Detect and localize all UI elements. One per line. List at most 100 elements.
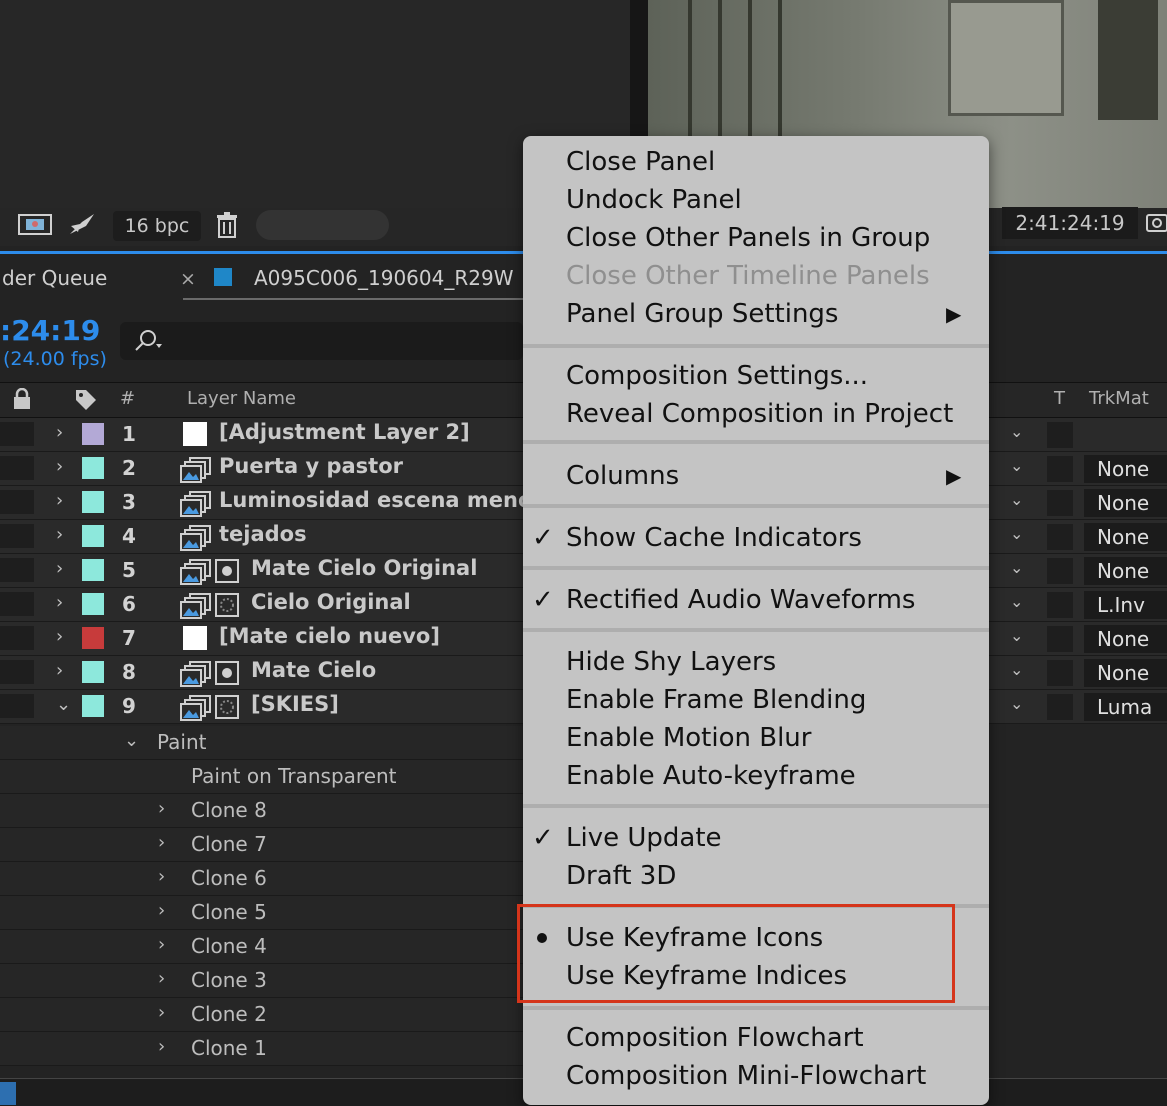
- clone-row[interactable]: › Clone 1: [0, 1032, 523, 1066]
- layer-name[interactable]: tejados: [219, 522, 307, 546]
- visible-switch-icon[interactable]: [214, 660, 240, 691]
- menu-item-undock-panel[interactable]: Undock Panel: [566, 184, 742, 216]
- lock-cell[interactable]: [12, 524, 34, 548]
- layer-label-color[interactable]: [82, 525, 104, 547]
- menu-item-enable-frame-blending[interactable]: Enable Frame Blending: [566, 684, 866, 716]
- chevron-down-icon[interactable]: ⌄: [1010, 456, 1023, 475]
- paint-on-transparent-row[interactable]: Paint on Transparent: [0, 760, 523, 794]
- layer-label-color[interactable]: [82, 491, 104, 513]
- layer-name[interactable]: [Adjustment Layer 2]: [219, 420, 470, 444]
- chevron-right-icon[interactable]: ›: [56, 456, 63, 477]
- trash-icon[interactable]: [216, 212, 238, 243]
- chevron-right-icon[interactable]: ›: [56, 626, 63, 647]
- menu-item-close-panel[interactable]: Close Panel: [566, 146, 715, 178]
- bit-depth-button[interactable]: 16 bpc: [113, 211, 201, 241]
- preserve-transparency-cell[interactable]: [1047, 558, 1073, 584]
- chevron-down-icon[interactable]: ⌄: [1010, 524, 1023, 543]
- chevron-right-icon[interactable]: ›: [158, 832, 165, 853]
- chevron-right-icon[interactable]: ›: [158, 798, 165, 819]
- viewer-timecode[interactable]: 2:41:24:19: [1002, 207, 1138, 239]
- menu-item-enable-auto-keyframe[interactable]: Enable Auto-keyframe: [566, 760, 856, 792]
- tab-composition[interactable]: A095C006_190604_R29W: [254, 266, 513, 290]
- menu-item-composition-settings[interactable]: Composition Settings...: [566, 360, 868, 392]
- chevron-right-icon[interactable]: ›: [56, 422, 63, 443]
- menu-item-hide-shy-layers[interactable]: Hide Shy Layers: [566, 646, 776, 678]
- chevron-down-icon[interactable]: ⌄: [1010, 660, 1023, 679]
- preserve-transparency-cell[interactable]: [1047, 524, 1073, 550]
- layer-label-color[interactable]: [82, 423, 104, 445]
- menu-item-show-cache-indicators[interactable]: Show Cache Indicators: [566, 522, 862, 554]
- snapshot-icon[interactable]: [18, 212, 52, 241]
- trkmat-dropdown[interactable]: None: [1084, 557, 1167, 585]
- chevron-down-icon[interactable]: ⌄: [1010, 592, 1023, 611]
- chevron-down-icon[interactable]: ⌄: [124, 730, 139, 751]
- chevron-right-icon[interactable]: ›: [56, 660, 63, 681]
- lock-cell[interactable]: [12, 626, 34, 650]
- chevron-right-icon[interactable]: ›: [56, 558, 63, 579]
- lock-cell[interactable]: [12, 660, 34, 684]
- trkmat-dropdown[interactable]: None: [1084, 455, 1167, 483]
- clone-row[interactable]: › Clone 8: [0, 794, 523, 828]
- preserve-transparency-cell[interactable]: [1047, 592, 1073, 618]
- clone-row[interactable]: › Clone 2: [0, 998, 523, 1032]
- trkmat-dropdown[interactable]: None: [1084, 489, 1167, 517]
- trkmat-dropdown[interactable]: L.Inv: [1084, 591, 1167, 619]
- column-number-header[interactable]: #: [120, 388, 135, 409]
- layer-label-color[interactable]: [82, 559, 104, 581]
- column-trkmat-header[interactable]: TrkMat: [1089, 388, 1149, 409]
- chevron-right-icon[interactable]: ›: [158, 934, 165, 955]
- current-time-display[interactable]: :24:19: [0, 314, 100, 347]
- menu-item-composition-mini-flowchart[interactable]: Composition Mini-Flowchart: [566, 1060, 926, 1092]
- trkmat-dropdown[interactable]: None: [1084, 523, 1167, 551]
- chevron-right-icon[interactable]: ›: [56, 592, 63, 613]
- layer-name[interactable]: Cielo Original: [251, 590, 411, 614]
- clone-row[interactable]: › Clone 5: [0, 896, 523, 930]
- menu-item-enable-motion-blur[interactable]: Enable Motion Blur: [566, 722, 811, 754]
- preserve-transparency-cell[interactable]: [1047, 660, 1073, 686]
- tab-render-queue[interactable]: der Queue: [2, 266, 107, 290]
- column-t-header[interactable]: T: [1054, 388, 1065, 409]
- layer-name[interactable]: Luminosidad escena menos: [219, 488, 545, 512]
- preserve-transparency-cell[interactable]: [1047, 626, 1073, 652]
- label-tag-icon[interactable]: [74, 388, 98, 416]
- layer-name[interactable]: [Mate cielo nuevo]: [219, 624, 440, 648]
- chevron-right-icon[interactable]: ›: [158, 866, 165, 887]
- clone-row[interactable]: › Clone 7: [0, 828, 523, 862]
- layer-label-color[interactable]: [82, 627, 104, 649]
- bottom-toggle-button[interactable]: [0, 1082, 16, 1105]
- trkmat-dropdown[interactable]: None: [1084, 625, 1167, 653]
- chevron-down-icon[interactable]: ⌄: [1010, 422, 1023, 441]
- layer-search-input[interactable]: [120, 322, 523, 360]
- preserve-transparency-cell[interactable]: [1047, 456, 1073, 482]
- chevron-down-icon[interactable]: ⌄: [1010, 626, 1023, 645]
- chevron-down-icon[interactable]: ⌄: [1010, 558, 1023, 577]
- layer-label-color[interactable]: [82, 695, 104, 717]
- layer-name[interactable]: Puerta y pastor: [219, 454, 403, 478]
- menu-item-columns[interactable]: Columns: [566, 460, 679, 492]
- menu-item-close-other-panels-in-group[interactable]: Close Other Panels in Group: [566, 222, 930, 254]
- hidden-switch-icon[interactable]: [214, 694, 240, 725]
- lock-cell[interactable]: [12, 422, 34, 446]
- chevron-right-icon[interactable]: ›: [158, 968, 165, 989]
- chevron-down-icon[interactable]: ⌄: [1010, 694, 1023, 713]
- layer-name[interactable]: Mate Cielo Original: [251, 556, 477, 580]
- menu-item-rectified-audio-waveforms[interactable]: Rectified Audio Waveforms: [566, 584, 915, 616]
- lock-cell[interactable]: [12, 456, 34, 480]
- layer-label-color[interactable]: [82, 457, 104, 479]
- menu-item-draft-3d[interactable]: Draft 3D: [566, 860, 676, 892]
- clone-row[interactable]: › Clone 3: [0, 964, 523, 998]
- lock-cell[interactable]: [12, 558, 34, 582]
- preserve-transparency-cell[interactable]: [1047, 490, 1073, 516]
- lock-cell[interactable]: [12, 694, 34, 718]
- menu-item-reveal-composition-in-project[interactable]: Reveal Composition in Project: [566, 398, 953, 430]
- column-layer-name-header[interactable]: Layer Name: [187, 388, 296, 409]
- layer-label-color[interactable]: [82, 593, 104, 615]
- lock-icon[interactable]: [12, 387, 32, 414]
- chevron-down-icon[interactable]: ⌄: [56, 694, 71, 715]
- fast-previews-icon[interactable]: [68, 212, 96, 243]
- clone-row[interactable]: › Clone 4: [0, 930, 523, 964]
- menu-item-live-update[interactable]: Live Update: [566, 822, 722, 854]
- hidden-switch-icon[interactable]: [214, 592, 240, 623]
- trkmat-dropdown[interactable]: None: [1084, 659, 1167, 687]
- clone-row[interactable]: › Clone 6: [0, 862, 523, 896]
